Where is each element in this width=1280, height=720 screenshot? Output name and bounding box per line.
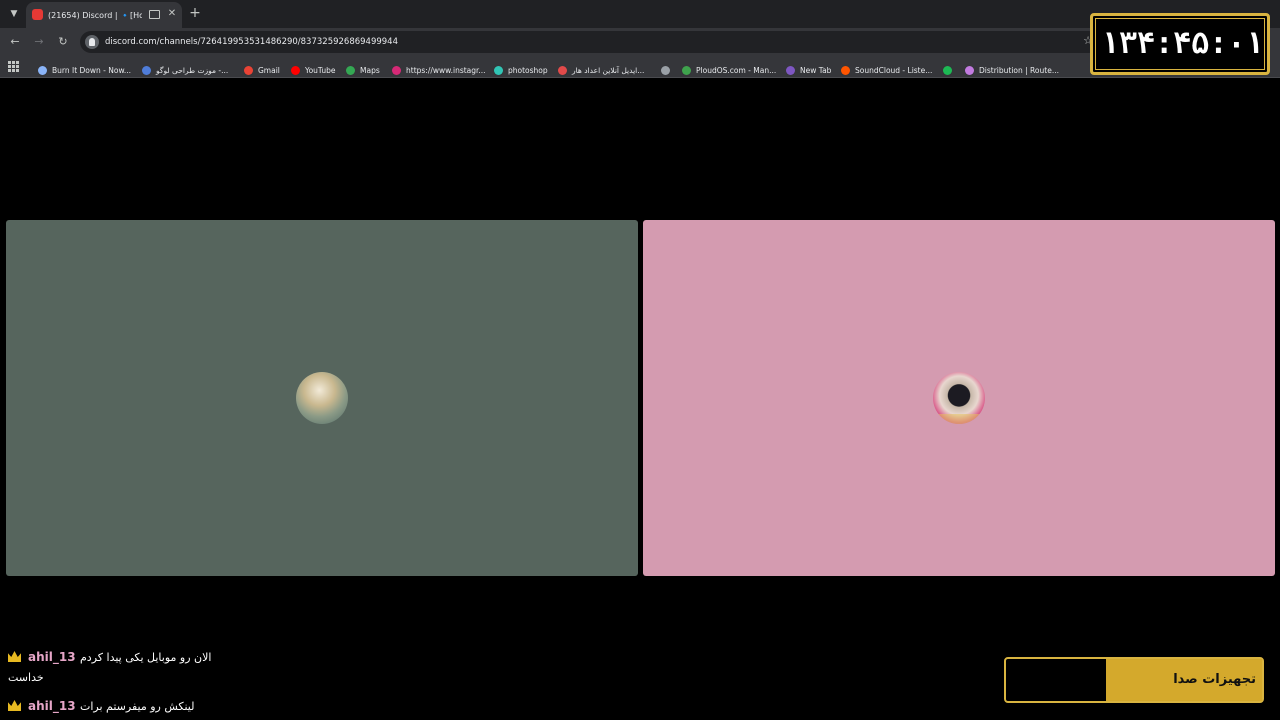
timer-text: ۱۳۴:۴۵:۰۱ (1101, 26, 1264, 61)
bookmark-icon (38, 66, 47, 75)
play-icon (682, 66, 691, 75)
url-text[interactable]: discord.com/channels/726419953531486290/… (105, 36, 398, 49)
maps-icon (346, 66, 355, 75)
participant-tile-1[interactable] (6, 220, 638, 576)
chat-overlay: ahil_13 الان رو موبایل یکی پیدا کردم خدا… (0, 644, 420, 720)
gmail-icon (244, 66, 253, 75)
site-info-icon[interactable] (85, 35, 99, 49)
bookmark-distribution[interactable]: Distribution | Route... (965, 60, 1059, 75)
chat-text: لینکش رو میفرستم برات (80, 700, 195, 713)
photoshop-icon (494, 66, 503, 75)
bookmark-logo-design[interactable]: موزت طراحی لوگو -... (142, 60, 228, 75)
discord-favicon-icon (32, 9, 43, 20)
avatar (296, 372, 348, 424)
avatar (933, 372, 985, 424)
participant-tile-2[interactable] (643, 220, 1275, 576)
banner-label: تجهیزات صدا (1173, 672, 1256, 687)
bookmark-globe[interactable] (661, 60, 675, 75)
bookmarks-bar: Burn It Down - Now... موزت طراحی لوگو -.… (0, 56, 1280, 78)
bookmark-youtube[interactable]: YouTube (291, 60, 336, 75)
tab-strip: ▼ (21654) Discord | 🔹[Hous ✕ + (0, 0, 1280, 28)
globe-icon (661, 66, 670, 75)
chat-text-continuation: خداست (8, 671, 44, 684)
youtube-icon (291, 66, 300, 75)
crown-icon (8, 651, 21, 662)
new-tab-icon[interactable]: + (188, 6, 202, 20)
spotify-icon (943, 66, 952, 75)
soundcloud-icon (841, 66, 850, 75)
bookmark-ploudos[interactable]: PloudOS.com - Man... (682, 60, 776, 75)
close-tab-icon[interactable]: ✕ (166, 8, 178, 20)
bookmark-spotify[interactable] (943, 60, 957, 75)
chat-text: الان رو موبایل یکی پیدا کردم (80, 651, 212, 664)
bookmark-icon (142, 66, 151, 75)
crown-icon (8, 700, 21, 711)
flag-icon (558, 66, 567, 75)
reload-icon[interactable]: ↻ (55, 34, 71, 50)
bookmark-soundcloud[interactable]: SoundCloud - Liste... (841, 60, 932, 75)
bookmark-gmail[interactable]: Gmail (244, 60, 280, 75)
instagram-icon (392, 66, 401, 75)
tab-search-chevron-icon[interactable]: ▼ (6, 6, 22, 22)
stream-timer: ۱۳۴:۴۵:۰۱ (1090, 13, 1270, 75)
chat-username: ahil_13 (28, 650, 76, 664)
address-bar[interactable]: discord.com/channels/726419953531486290/… (80, 31, 1100, 53)
chat-username: ahil_13 (28, 699, 76, 713)
bookmark-burn-it-down[interactable]: Burn It Down - Now... (38, 60, 131, 75)
equipment-banner: تجهیزات صدا (1004, 657, 1264, 703)
discord-call-view (0, 79, 1280, 720)
picture-in-picture-icon[interactable] (149, 10, 160, 19)
tab-discord[interactable]: (21654) Discord | 🔹[Hous ✕ (26, 2, 182, 28)
bookmark-new-tab[interactable]: New Tab (786, 60, 831, 75)
apps-grid-icon[interactable] (8, 61, 19, 72)
bookmark-online-numbers[interactable]: ایدیل آنلاین اعداد هار... (558, 60, 644, 75)
tab-title: (21654) Discord | 🔹[Hous (48, 11, 142, 20)
back-arrow-icon[interactable]: ← (7, 34, 23, 50)
forward-arrow-icon[interactable]: → (31, 34, 47, 50)
bookmark-instagram[interactable]: https://www.instagr... (392, 60, 486, 75)
bookmark-icon (786, 66, 795, 75)
bookmark-photoshop[interactable]: photoshop (494, 60, 548, 75)
bookmark-maps[interactable]: Maps (346, 60, 380, 75)
bookmark-icon (965, 66, 974, 75)
